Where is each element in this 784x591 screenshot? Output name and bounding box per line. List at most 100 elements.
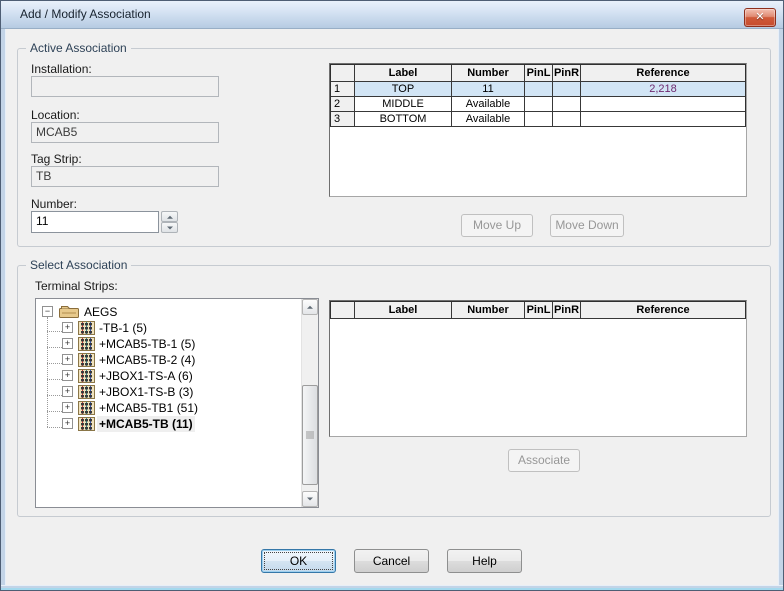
active-association-grid: Label Number PinL PinR Reference 1 TOP 1… bbox=[329, 63, 747, 197]
number-input[interactable]: 11 bbox=[31, 211, 159, 233]
col-number: Number bbox=[452, 65, 525, 82]
tag-strip-field: TB bbox=[31, 166, 219, 187]
dialog-window: Add / Modify Association ✕ Active Associ… bbox=[0, 0, 784, 591]
tree-item[interactable]: + +MCAB5-TB-1 (5) bbox=[36, 336, 300, 352]
tree-item-label: +MCAB5-TB-2 (4) bbox=[99, 353, 196, 367]
col-pinr: PinR bbox=[553, 65, 581, 82]
table-row[interactable]: 2 MIDDLE Available bbox=[331, 97, 745, 112]
triangle-down-icon bbox=[307, 497, 313, 504]
active-association-group-label: Active Association bbox=[26, 41, 131, 55]
dialog-title: Add / Modify Association bbox=[20, 7, 151, 21]
number-stepper bbox=[161, 211, 178, 233]
ok-button[interactable]: OK bbox=[261, 549, 336, 573]
expand-icon[interactable]: + bbox=[62, 322, 73, 333]
location-label: Location: bbox=[31, 108, 80, 122]
installation-field bbox=[31, 76, 219, 97]
tree-item-selected[interactable]: + +MCAB5-TB (11) bbox=[36, 416, 300, 432]
cancel-button[interactable]: Cancel bbox=[354, 549, 429, 573]
tree-item[interactable]: + +MCAB5-TB1 (51) bbox=[36, 400, 300, 416]
col-rownum bbox=[331, 65, 355, 82]
tree-item[interactable]: + +JBOX1-TS-B (3) bbox=[36, 384, 300, 400]
row-num: 1 bbox=[331, 82, 355, 97]
location-field: MCAB5 bbox=[31, 122, 219, 143]
expand-icon[interactable]: + bbox=[62, 370, 73, 381]
triangle-down-icon bbox=[166, 226, 173, 232]
move-up-button[interactable]: Move Up bbox=[461, 214, 533, 237]
col-label: Label bbox=[355, 302, 452, 319]
col-pinl: PinL bbox=[525, 302, 553, 319]
cell-number: 11 bbox=[452, 82, 525, 97]
table-header-row: Label Number PinL PinR Reference bbox=[331, 65, 745, 82]
cell-pinl bbox=[525, 97, 553, 112]
tree-item-label: +JBOX1-TS-A (6) bbox=[99, 369, 193, 383]
move-down-button[interactable]: Move Down bbox=[550, 214, 624, 237]
window-frame-left bbox=[1, 29, 6, 587]
triangle-up-icon bbox=[307, 303, 313, 309]
select-association-table: Label Number PinL PinR Reference bbox=[330, 301, 746, 319]
close-icon: ✕ bbox=[755, 11, 765, 23]
terminal-strip-icon bbox=[78, 417, 95, 435]
cell-pinl bbox=[525, 82, 553, 97]
tree-item-label: +MCAB5-TB1 (51) bbox=[99, 401, 199, 415]
col-number: Number bbox=[452, 302, 525, 319]
tree-item-label: +MCAB5-TB (11) bbox=[97, 416, 195, 432]
tag-strip-label: Tag Strip: bbox=[31, 152, 82, 166]
table-header-row: Label Number PinL PinR Reference bbox=[331, 302, 745, 319]
help-button[interactable]: Help bbox=[447, 549, 522, 573]
table-row[interactable]: 1 TOP 11 2,218 bbox=[331, 82, 745, 97]
triangle-up-icon bbox=[166, 212, 173, 219]
thumb-grip-icon bbox=[306, 431, 314, 439]
tree-item[interactable]: + +JBOX1-TS-A (6) bbox=[36, 368, 300, 384]
tree-item-label: -TB-1 (5) bbox=[99, 321, 147, 335]
row-num: 3 bbox=[331, 112, 355, 127]
select-association-group-label: Select Association bbox=[26, 258, 132, 272]
tree-item-label: +MCAB5-TB-1 (5) bbox=[99, 337, 196, 351]
col-pinr: PinR bbox=[553, 302, 581, 319]
col-reference: Reference bbox=[581, 302, 745, 319]
tree-item-label: +JBOX1-TS-B (3) bbox=[99, 385, 194, 399]
scroll-up-button[interactable] bbox=[302, 299, 318, 315]
tree-item-label: AEGS bbox=[84, 305, 118, 319]
window-frame-bottom bbox=[1, 585, 783, 590]
close-button[interactable]: ✕ bbox=[744, 8, 776, 27]
cell-reference bbox=[581, 112, 745, 127]
expand-icon[interactable]: + bbox=[62, 386, 73, 397]
cell-label: BOTTOM bbox=[355, 112, 452, 127]
expand-icon[interactable]: + bbox=[62, 418, 73, 429]
cell-label: MIDDLE bbox=[355, 97, 452, 112]
expand-icon[interactable]: + bbox=[62, 338, 73, 349]
title-bar: Add / Modify Association ✕ bbox=[1, 1, 783, 29]
window-frame-right bbox=[778, 29, 783, 587]
cell-reference bbox=[581, 97, 745, 112]
scrollbar-thumb[interactable] bbox=[302, 385, 318, 485]
cell-number: Available bbox=[452, 112, 525, 127]
terminal-strips-tree[interactable]: − AEGS + -TB-1 (5) + +MCAB5-TB-1 (5) + +… bbox=[35, 298, 319, 508]
terminal-strips-label: Terminal Strips: bbox=[35, 279, 118, 293]
col-rownum bbox=[331, 302, 355, 319]
col-reference: Reference bbox=[581, 65, 745, 82]
active-association-table: Label Number PinL PinR Reference 1 TOP 1… bbox=[330, 64, 746, 127]
cell-pinr bbox=[553, 112, 581, 127]
col-pinl: PinL bbox=[525, 65, 553, 82]
stepper-down-button[interactable] bbox=[161, 222, 178, 233]
cell-pinl bbox=[525, 112, 553, 127]
tree-scrollbar[interactable] bbox=[301, 299, 318, 507]
cell-label: TOP bbox=[355, 82, 452, 97]
tree-item-root[interactable]: − AEGS bbox=[36, 304, 300, 320]
tree-item[interactable]: + -TB-1 (5) bbox=[36, 320, 300, 336]
row-num: 2 bbox=[331, 97, 355, 112]
col-label: Label bbox=[355, 65, 452, 82]
scroll-down-button[interactable] bbox=[302, 491, 318, 507]
associate-button[interactable]: Associate bbox=[508, 449, 580, 472]
tree-item[interactable]: + +MCAB5-TB-2 (4) bbox=[36, 352, 300, 368]
cell-pinr bbox=[553, 97, 581, 112]
collapse-icon[interactable]: − bbox=[42, 306, 53, 317]
table-row[interactable]: 3 BOTTOM Available bbox=[331, 112, 745, 127]
installation-label: Installation: bbox=[31, 62, 92, 76]
expand-icon[interactable]: + bbox=[62, 354, 73, 365]
cell-reference: 2,218 bbox=[581, 82, 745, 97]
number-label: Number: bbox=[31, 197, 78, 211]
expand-icon[interactable]: + bbox=[62, 402, 73, 413]
cell-number: Available bbox=[452, 97, 525, 112]
stepper-up-button[interactable] bbox=[161, 211, 178, 222]
